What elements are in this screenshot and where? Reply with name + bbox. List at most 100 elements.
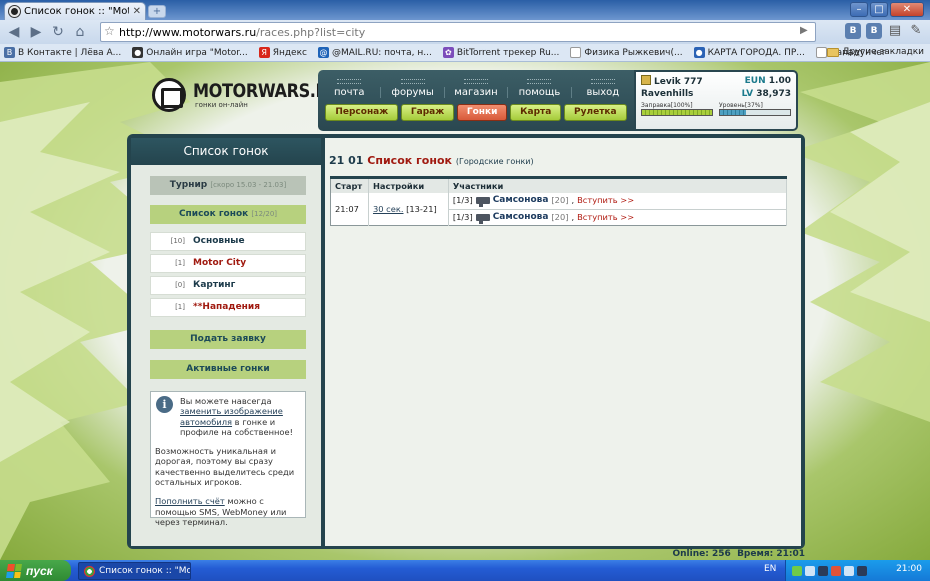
bookmark-item[interactable]: ● КАРТА ГОРОДА. ПР... [693,47,805,58]
race-duration-link[interactable]: 30 сек. [373,204,404,214]
tray-icon-2[interactable] [805,565,815,576]
column-header: Настройки [368,176,449,193]
level-label: Уровень[37%] [719,102,763,109]
info-icon: i [156,396,173,413]
player-avatar-icon [641,75,651,85]
game-nav: Персонаж Гараж Гонки Карта Рулетка [318,104,634,121]
bookmark-item[interactable]: ● Онлайн игра "Motor... [132,47,248,58]
taskbar-chrome-window[interactable]: Список гонок :: "Mot... [78,562,191,580]
system-tray: 21:00 [785,560,930,581]
category-label: Картинг [193,280,236,290]
maximize-button[interactable]: □ [870,2,888,17]
category-label: **Нападения [193,302,260,312]
other-bookmarks[interactable]: Другие закладки [827,47,924,57]
top-navigation: почта форумы магазин помощь выход Персонаж Га… [318,70,634,131]
bookmark-label: В Контакте | Лёва А... [18,47,122,58]
browser-toolbar: ◀ ▶ ↻ ⌂ ☆ http://www.motorwars.ru/races.… [0,20,930,44]
player-name[interactable]: Levik 777 [654,77,703,87]
sidebar-category-item[interactable]: [0] Картинг [150,276,306,295]
column-header: Старт [330,176,369,193]
category-count: [1] [175,303,185,311]
close-tab-icon[interactable]: ✕ [133,6,141,17]
bookmark-item[interactable]: @ @MAIL.RU: почта, н... [317,47,432,58]
vk-extension-icon-2[interactable]: B [866,23,882,39]
game-nav-button[interactable]: Рулетка [564,104,627,121]
category-label: Основные [193,236,245,246]
participant-name[interactable]: Самсонова [493,193,549,208]
windows-taskbar: пуск Список гонок :: "Mot... EN 21:00 [0,560,930,581]
mailru-icon: @ [317,47,329,58]
eun-label: EUN [744,76,766,86]
topnav-link[interactable]: магазин [445,79,509,98]
join-race-link[interactable]: Вступить >> [577,210,634,225]
bookmark-star-icon[interactable]: ☆ [104,24,115,38]
topnav-link[interactable]: форумы [381,79,445,98]
back-arrow-icon[interactable]: ◀ [4,22,24,42]
game-nav-button[interactable]: Гараж [400,104,455,121]
participant-row: [1/3] Самсонова [20], Вступить >> [449,193,786,209]
sidebar-category-item[interactable]: [1] Motor City [150,254,306,273]
folder-icon [827,47,840,57]
tray-icon-4[interactable] [831,565,841,576]
submit-application-button[interactable]: Подать заявку [150,330,306,349]
tab-title: Список гонок :: "Motorwars" [24,6,129,17]
sidebar-category-item[interactable]: [10] Основные [150,232,306,251]
language-indicator[interactable]: EN [764,564,776,574]
participant-name[interactable]: Самсонова [493,210,549,225]
wrench-icon[interactable]: ✎ [908,23,924,39]
race-participants: [1/3] Самсонова [20], Вступить >> [1/3] Самсо… [448,192,788,225]
active-races-button[interactable]: Активные гонки [150,360,306,379]
column-header: Участники [448,176,788,193]
close-window-button[interactable]: ✕ [890,2,924,17]
bookmark-label: BitTorrent трекер Ru... [456,47,560,58]
browser-tab[interactable]: Список гонок :: "Motorwars" ✕ [4,2,146,20]
bookmark-item[interactable]: Физика Рыжкевич(... [570,47,683,58]
tray-icon-5[interactable] [844,565,854,576]
start-button[interactable]: пуск [0,560,71,581]
page-menu-icon[interactable]: ▤ [887,23,903,39]
page-viewport: MOTORWARS.RU гонки он-лайн почта форумы ма… [0,62,930,560]
map-icon: ● [693,47,705,58]
game-nav-button[interactable]: Гонки [456,104,508,121]
tray-icon-3[interactable] [818,565,828,576]
game-nav-button[interactable]: Персонаж [325,104,399,121]
game-nav-button[interactable]: Карта [510,104,562,121]
topnav-link[interactable]: почта [318,79,382,98]
bookmarks-bar: BВ Контакте | Лёва А... ● Онлайн игра "Mot… [0,44,930,62]
status-line: Online: 256 Время: 21:01 [672,549,806,559]
fuel-bar [641,109,713,116]
go-arrow-icon[interactable]: ▶ [800,25,812,39]
vk-extension-icon[interactable]: B [845,23,861,39]
forward-arrow-icon[interactable]: ▶ [26,22,46,42]
bookmark-label: Физика Рыжкевич(... [584,47,683,58]
bookmark-item[interactable]: BВ Контакте | Лёва А... [4,47,121,58]
home-icon[interactable]: ⌂ [70,22,90,42]
address-bar[interactable]: ☆ http://www.motorwars.ru/races.php?list… [100,22,816,42]
top-links: почта форумы магазин помощь выход [318,70,634,104]
topnav-link[interactable]: выход [572,79,634,98]
tray-icon-6[interactable] [857,565,867,576]
page-icon [570,47,582,58]
background-burst-right [790,62,930,422]
bookmark-item[interactable]: Я Яндекс [258,47,307,58]
bookmark-label: Яндекс [272,47,307,58]
top-up-link[interactable]: Пополнить счёт [155,496,225,506]
topnav-link[interactable]: помощь [508,79,572,98]
join-race-link[interactable]: Вступить >> [577,193,634,208]
sidebar-category-item[interactable]: [1] **Нападения [150,298,306,317]
reload-icon[interactable]: ↻ [48,22,68,42]
minimize-button[interactable]: – [850,2,868,17]
bookmark-item[interactable]: ✿ BitTorrent трекер Ru... [442,47,560,58]
browser-tabstrip: Список гонок :: "Motorwars" ✕ + – □ ✕ [0,0,930,20]
race-list-link[interactable]: Список гонок [12/20] [150,205,306,224]
tray-icon-1[interactable] [792,565,802,576]
tournament-link[interactable]: Турнир [скоро 15.03 - 21.03] [150,176,306,195]
page-title: 21 01 Список гонок (Городские гонки) [329,154,534,167]
category-count: [1] [175,259,185,267]
lv-value: 38,973 [756,89,791,99]
other-bookmarks-label: Другие закладки [842,47,924,57]
participant-level: [20] [551,211,569,222]
participant-level: [20] [551,195,569,205]
bookmark-label: @MAIL.RU: почта, н... [331,47,432,58]
new-tab-button[interactable]: + [148,5,166,18]
